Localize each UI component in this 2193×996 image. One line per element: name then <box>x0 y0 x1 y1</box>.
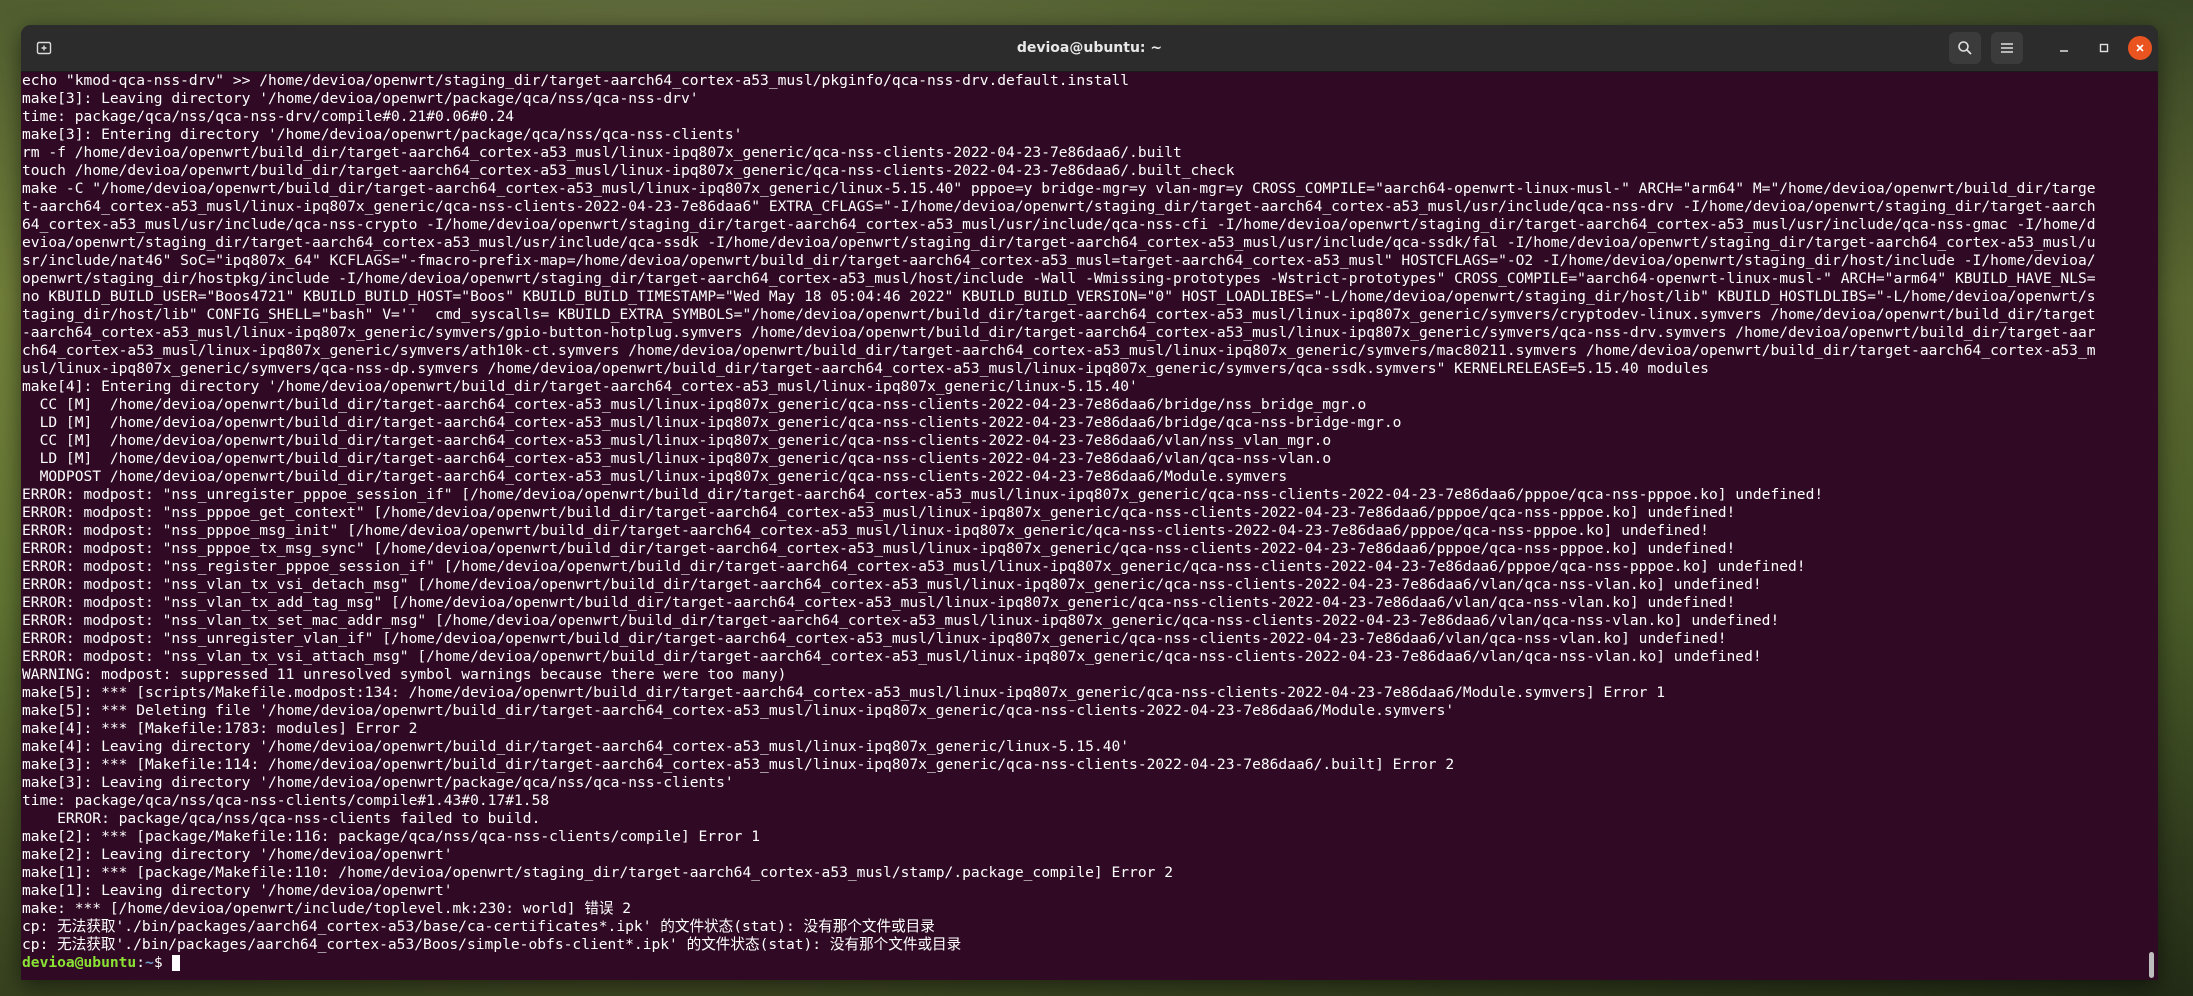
terminal-line: ERROR: modpost: "nss_pppoe_msg_init" [/h… <box>22 522 1709 539</box>
close-button[interactable] <box>2128 36 2152 60</box>
terminal-line: CC [M] /home/devioa/openwrt/build_dir/ta… <box>22 396 1367 413</box>
terminal-line: make[5]: *** [scripts/Makefile.modpost:1… <box>22 684 1666 701</box>
terminal-line: echo "kmod-qca-nss-drv" >> /home/devioa/… <box>22 72 1130 89</box>
terminal-output-area[interactable]: echo "kmod-qca-nss-drv" >> /home/devioa/… <box>21 72 2158 980</box>
terminal-line: ERROR: modpost: "nss_vlan_tx_vsi_attach_… <box>22 648 1762 665</box>
terminal-line: rm -f /home/devioa/openwrt/build_dir/tar… <box>22 144 1182 161</box>
terminal-line: ch64_cortex-a53_musl/linux-ipq807x_gener… <box>22 342 2096 359</box>
terminal-text: echo "kmod-qca-nss-drv" >> /home/devioa/… <box>22 72 2144 972</box>
terminal-scrollbar[interactable] <box>2149 952 2154 978</box>
terminal-line: sr/include/nat46" SoC="ipq807x_64" KCFLA… <box>22 252 2096 269</box>
terminal-line: LD [M] /home/devioa/openwrt/build_dir/ta… <box>22 450 1332 467</box>
minimize-button[interactable] <box>2052 36 2076 60</box>
terminal-line: make[3]: Leaving directory '/home/devioa… <box>22 90 699 107</box>
terminal-line: t-aarch64_cortex-a53_musl/linux-ipq807x_… <box>22 198 2096 215</box>
terminal-line: ERROR: modpost: "nss_pppoe_get_context" … <box>22 504 1736 521</box>
terminal-line: make[3]: *** [Makefile:114: /home/devioa… <box>22 756 1455 773</box>
terminal-line: make[4]: Leaving directory '/home/devioa… <box>22 738 1130 755</box>
terminal-line: time: package/qca/nss/qca-nss-drv/compil… <box>22 108 515 125</box>
terminal-line: make[3]: Entering directory '/home/devio… <box>22 126 743 143</box>
terminal-line: ERROR: modpost: "nss_vlan_tx_add_tag_msg… <box>22 594 1736 611</box>
terminal-line: ERROR: modpost: "nss_vlan_tx_set_mac_add… <box>22 612 1780 629</box>
maximize-icon <box>2099 43 2109 53</box>
terminal-line: ERROR: modpost: "nss_pppoe_tx_msg_sync" … <box>22 540 1736 557</box>
search-button[interactable] <box>1949 32 1981 64</box>
terminal-line: cp: 无法获取'./bin/packages/aarch64_cortex-a… <box>22 918 935 935</box>
terminal-line: make[4]: *** [Makefile:1783: modules] Er… <box>22 720 418 737</box>
terminal-line: 64_cortex-a53_musl/usr/include/qca-nss-c… <box>22 216 2096 233</box>
terminal-line: WARNING: modpost: suppressed 11 unresolv… <box>22 666 787 683</box>
terminal-line: MODPOST /home/devioa/openwrt/build_dir/t… <box>22 468 1288 485</box>
terminal-line: no KBUILD_BUILD_USER="Boos4721" KBUILD_B… <box>22 288 2096 305</box>
terminal-line: make[1]: Leaving directory '/home/devioa… <box>22 882 453 899</box>
terminal-line: make: *** [/home/devioa/openwrt/include/… <box>22 900 632 917</box>
menu-button[interactable] <box>1991 32 2023 64</box>
terminal-window: devioa@ubuntu: ~ echo "kmod-qca-nss-drv"… <box>21 25 2158 980</box>
terminal-line: taging_dir/host/lib" CONFIG_SHELL="bash"… <box>22 306 2096 323</box>
prompt-path: ~ <box>145 954 154 971</box>
search-icon <box>1958 41 1972 55</box>
close-icon <box>2136 44 2144 52</box>
text-cursor <box>172 955 181 971</box>
terminal-line: ERROR: modpost: "nss_unregister_vlan_if"… <box>22 630 1727 647</box>
hamburger-menu-icon <box>2001 43 2013 53</box>
terminal-line: ERROR: modpost: "nss_unregister_pppoe_se… <box>22 486 1824 503</box>
terminal-line: CC [M] /home/devioa/openwrt/build_dir/ta… <box>22 432 1332 449</box>
terminal-line: usl/linux-ipq807x_generic/symvers/qca-ns… <box>22 360 1709 377</box>
terminal-line: LD [M] /home/devioa/openwrt/build_dir/ta… <box>22 414 1402 431</box>
title-bar[interactable]: devioa@ubuntu: ~ <box>21 25 2158 72</box>
terminal-line: touch /home/devioa/openwrt/build_dir/tar… <box>22 162 1235 179</box>
shell-prompt[interactable]: devioa@ubuntu: ~ $ <box>22 954 2144 972</box>
terminal-line: make[1]: *** [package/Makefile:110: /hom… <box>22 864 1173 881</box>
terminal-line: make[2]: Leaving directory '/home/devioa… <box>22 846 453 863</box>
terminal-line: ERROR: package/qca/nss/qca-nss-clients f… <box>22 810 541 827</box>
terminal-line: -aarch64_cortex-a53_musl/linux-ipq807x_g… <box>22 324 2096 341</box>
terminal-line: cp: 无法获取'./bin/packages/aarch64_cortex-a… <box>22 936 962 953</box>
window-title: devioa@ubuntu: ~ <box>1016 40 1163 56</box>
prompt-symbol: $ <box>153 954 172 971</box>
terminal-line: make[5]: *** Deleting file '/home/devioa… <box>22 702 1455 719</box>
terminal-line: make[4]: Entering directory '/home/devio… <box>22 378 1138 395</box>
terminal-line: ERROR: modpost: "nss_register_pppoe_sess… <box>22 558 1806 575</box>
prompt-separator: : <box>136 954 146 971</box>
terminal-line: evioa/openwrt/staging_dir/target-aarch64… <box>22 234 2096 251</box>
terminal-line: make -C "/home/devioa/openwrt/build_dir/… <box>22 180 2096 197</box>
maximize-button[interactable] <box>2092 36 2116 60</box>
terminal-line: make[2]: *** [package/Makefile:116: pack… <box>22 828 761 845</box>
prompt-user-host: devioa@ubuntu <box>22 954 137 971</box>
minimize-icon <box>2060 50 2068 52</box>
terminal-line: openwrt/staging_dir/hostpkg/include -I/h… <box>22 270 2096 287</box>
terminal-line: time: package/qca/nss/qca-nss-clients/co… <box>22 792 550 809</box>
terminal-line: make[3]: Leaving directory '/home/devioa… <box>22 774 734 791</box>
terminal-line: ERROR: modpost: "nss_vlan_tx_vsi_detach_… <box>22 576 1762 593</box>
